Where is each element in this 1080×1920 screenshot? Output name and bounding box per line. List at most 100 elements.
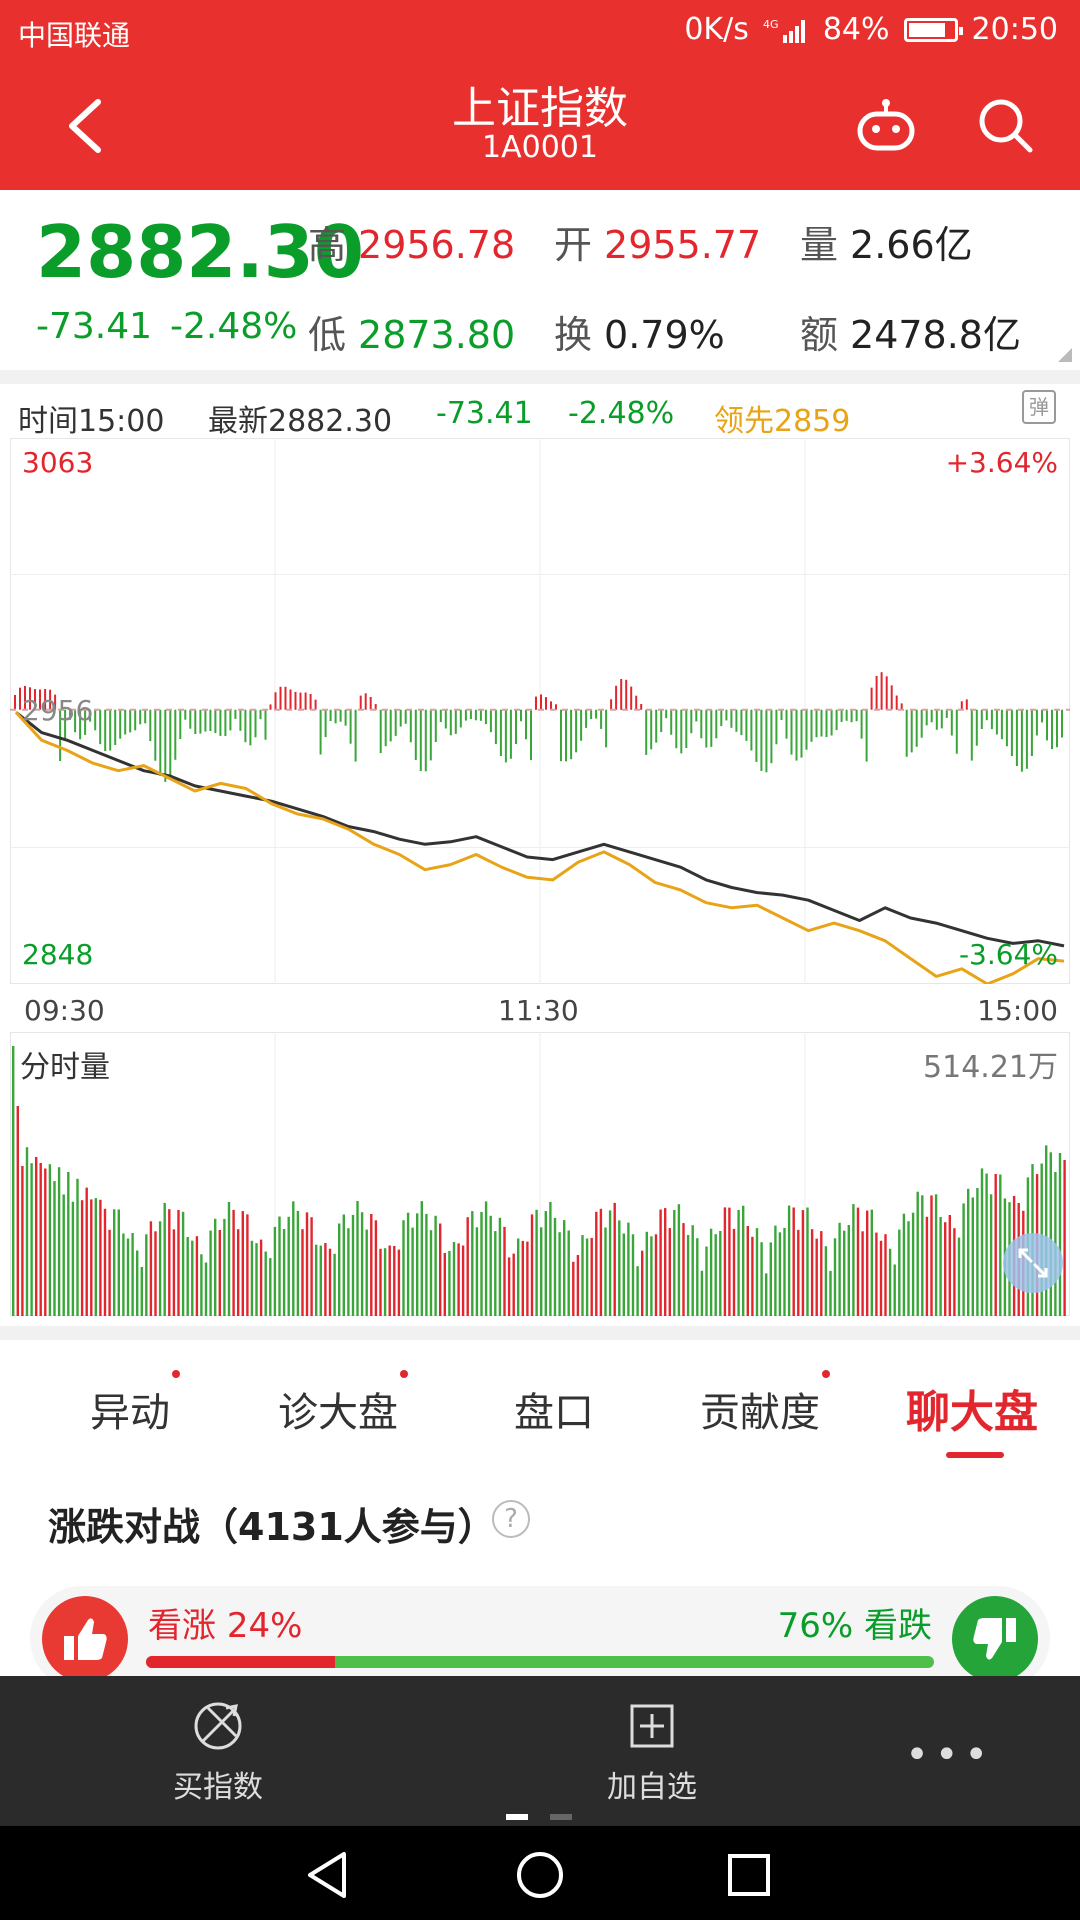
svg-text:4G: 4G bbox=[763, 18, 779, 31]
y-min-label: 2848 bbox=[22, 938, 94, 971]
volume-bar bbox=[512, 1253, 515, 1316]
volume-bar bbox=[728, 1207, 731, 1316]
search-icon[interactable] bbox=[976, 96, 1034, 156]
mood-bar-down bbox=[950, 709, 953, 736]
tab-chat[interactable]: 聊大盘 bbox=[906, 1376, 1038, 1440]
help-icon[interactable]: ? bbox=[492, 1500, 530, 1538]
volume-bar bbox=[641, 1250, 644, 1316]
turnover-value: 0.79% bbox=[604, 313, 725, 357]
volume-bar bbox=[774, 1225, 777, 1316]
volume-bar bbox=[200, 1254, 203, 1316]
mood-bar-down bbox=[830, 709, 833, 736]
status-bar: 中国联通 0K/s 4G 84% 20:50 bbox=[0, 0, 1080, 62]
volume-bar bbox=[338, 1223, 341, 1316]
mood-bar-down bbox=[590, 709, 593, 719]
battery-percent: 84% bbox=[822, 12, 890, 47]
volume-bar bbox=[255, 1243, 258, 1316]
mood-bar-down bbox=[379, 709, 382, 754]
volume-bar bbox=[654, 1234, 658, 1316]
volume-bar bbox=[122, 1233, 125, 1316]
mood-bar-down bbox=[264, 709, 267, 740]
volume-bar bbox=[429, 1230, 433, 1316]
page-dot-active bbox=[506, 1814, 528, 1820]
volume-bar bbox=[888, 1248, 892, 1316]
mood-bar-down bbox=[1056, 709, 1058, 748]
volume-bar bbox=[365, 1229, 368, 1316]
volume-bar bbox=[301, 1229, 304, 1316]
nav-recents-icon[interactable] bbox=[722, 1848, 776, 1902]
mood-bar-down bbox=[484, 709, 487, 725]
high-value: 2956.78 bbox=[358, 223, 516, 267]
volume-bar bbox=[16, 1106, 19, 1316]
tab-label: 诊大盘 bbox=[278, 1390, 398, 1436]
nav-home-icon[interactable] bbox=[513, 1848, 567, 1902]
mood-bar-down bbox=[645, 709, 648, 755]
mood-bar-up bbox=[284, 686, 287, 710]
tab-label: 异动 bbox=[90, 1390, 170, 1436]
tab-diagnose[interactable]: 诊大盘 bbox=[278, 1370, 408, 1438]
mood-bar-down bbox=[404, 709, 407, 724]
low-item: 低 2873.80 bbox=[308, 304, 515, 359]
mood-bar-down bbox=[690, 709, 693, 734]
mood-bar-down bbox=[344, 709, 347, 726]
volume-bar bbox=[732, 1228, 736, 1316]
volume-bar bbox=[631, 1234, 635, 1316]
volume-bar bbox=[282, 1229, 286, 1316]
volume-bar bbox=[719, 1231, 722, 1316]
volume-bar bbox=[402, 1220, 405, 1316]
mood-bar-down bbox=[820, 709, 823, 737]
amount-value: 2478.8亿 bbox=[850, 313, 1021, 357]
volume-bar bbox=[388, 1245, 391, 1316]
y-mid-label: 2956 bbox=[22, 694, 94, 727]
mood-bar-down bbox=[920, 709, 923, 738]
volume-bar bbox=[374, 1220, 378, 1316]
buy-index-icon bbox=[194, 1702, 242, 1750]
fullscreen-icon[interactable] bbox=[1002, 1232, 1064, 1294]
volume-bar bbox=[278, 1216, 281, 1316]
expand-corner-icon[interactable] bbox=[1058, 348, 1072, 362]
index-code: 1A0001 bbox=[482, 130, 598, 165]
thumbs-down-icon[interactable] bbox=[952, 1596, 1038, 1682]
tab-alerts[interactable]: 异动 bbox=[90, 1370, 180, 1438]
intraday-chart[interactable]: 3063 2956 2848 +3.64% -3.64% bbox=[9, 437, 1071, 986]
mood-bar-down bbox=[525, 709, 527, 740]
mood-bar-up bbox=[550, 701, 552, 710]
volume-bar bbox=[273, 1226, 277, 1316]
mood-bar-down bbox=[660, 709, 663, 733]
thumbs-up-icon[interactable] bbox=[42, 1596, 128, 1682]
bullish-text: 看涨 bbox=[148, 1606, 216, 1646]
volume-chart[interactable]: 分时量 514.21万 bbox=[9, 1031, 1071, 1317]
tab-orderbook[interactable]: 盘口 bbox=[514, 1380, 594, 1438]
mood-bar-down bbox=[735, 709, 738, 732]
volume-bar bbox=[503, 1226, 506, 1316]
volume-bar bbox=[650, 1236, 653, 1316]
volume-bar bbox=[985, 1173, 988, 1316]
volume-bar bbox=[737, 1209, 740, 1316]
time-label-end: 15:00 bbox=[977, 994, 1058, 1027]
turnover-item: 换 0.79% bbox=[554, 304, 725, 359]
volume-bar bbox=[439, 1223, 442, 1316]
mood-bar-down bbox=[925, 709, 928, 726]
volume-bar bbox=[668, 1228, 671, 1316]
mood-bar-up bbox=[885, 676, 888, 710]
info-lead: 领先2859 bbox=[714, 404, 851, 439]
volume-bar bbox=[158, 1221, 162, 1316]
add-watchlist-button[interactable]: 加自选 bbox=[572, 1696, 732, 1806]
volume-bar bbox=[911, 1212, 915, 1316]
mood-bar-up bbox=[269, 704, 272, 710]
volume-bar bbox=[691, 1225, 694, 1316]
mood-bar-up bbox=[309, 694, 312, 710]
tab-contribution[interactable]: 贡献度 bbox=[700, 1370, 830, 1438]
volume-bar bbox=[673, 1210, 676, 1316]
mood-bar-down bbox=[1015, 709, 1018, 766]
mood-bar-down bbox=[459, 709, 462, 728]
robot-icon[interactable] bbox=[854, 98, 918, 154]
barrage-toggle-icon[interactable]: 弹 bbox=[1022, 390, 1056, 424]
volume-bar bbox=[760, 1242, 763, 1316]
nav-back-icon[interactable] bbox=[302, 1848, 356, 1902]
more-options-icon[interactable]: ••• bbox=[905, 1732, 994, 1778]
volume-bar bbox=[700, 1270, 704, 1316]
mood-bar-down bbox=[224, 709, 227, 736]
volume-bar bbox=[434, 1215, 437, 1316]
buy-index-button[interactable]: 买指数 bbox=[138, 1696, 298, 1806]
